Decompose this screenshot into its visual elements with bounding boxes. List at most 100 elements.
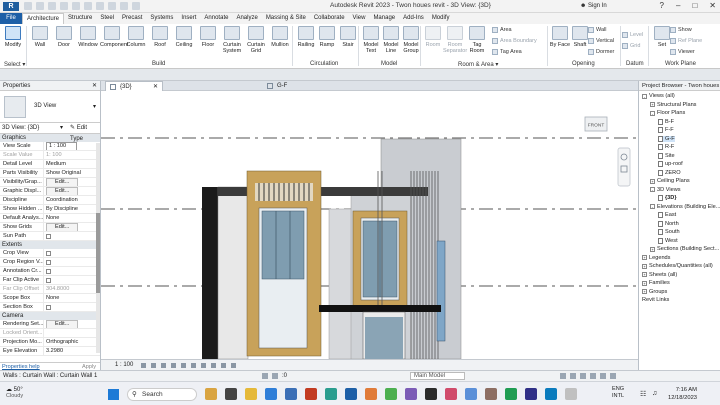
reveal-hidden-icon[interactable] [231,363,236,368]
property-value[interactable]: Edit... [43,320,100,328]
open-icon[interactable] [24,2,32,10]
tab-massing-site[interactable]: Massing & Site [262,13,310,24]
app-icon[interactable] [305,388,317,400]
tree-item-north[interactable]: North [658,220,679,227]
wifi-icon[interactable]: ☷ [640,390,646,398]
viewcube[interactable]: FRONT [584,116,608,132]
close-icon[interactable]: ✕ [709,1,716,10]
tree-item-schedules-quantities-all[interactable]: + Schedules/Quantities (all) [642,263,713,269]
expand-icon[interactable]: + [642,280,647,286]
checkbox[interactable] [46,278,51,283]
edit-button[interactable]: Edit... [46,223,79,231]
tree-item-site[interactable]: Site [658,152,675,159]
column-button[interactable]: Column [124,26,148,48]
expand-icon[interactable]: + [642,272,647,277]
property-value[interactable]: Medium [43,160,100,168]
tree-item-b-f[interactable]: B-F [658,118,674,125]
redo-icon[interactable] [72,2,80,10]
volume-icon[interactable]: ♫ [652,390,657,397]
drawing-canvas[interactable]: FRONT [101,91,638,359]
property-value[interactable] [43,303,100,311]
tree-item-zero[interactable]: ZERO [658,169,681,176]
property-value[interactable] [43,258,100,266]
app-icon[interactable] [225,388,237,400]
tab-annotate[interactable]: Annotate [200,13,232,24]
checkbox[interactable] [46,269,51,274]
model-selector[interactable]: Main Model [410,372,465,380]
tab-analyze[interactable]: Analyze [232,13,261,24]
stair-button[interactable]: Stair [336,26,360,48]
start-icon[interactable] [108,389,119,400]
area-boundary-button[interactable]: Area Boundary [492,38,537,44]
checkbox[interactable] [46,251,51,256]
area-button[interactable]: Area [492,27,512,33]
tag-room-button[interactable]: Tag Room [465,26,489,54]
language-indicator[interactable]: ENG INTL [612,386,624,400]
room-separator-button[interactable]: Room Separator [443,26,467,54]
property-value[interactable]: Orthographic [43,338,100,346]
app-icon[interactable] [325,388,337,400]
print-icon[interactable] [84,2,92,10]
crop-icon[interactable] [191,363,196,368]
render-icon[interactable] [181,363,186,368]
ref-plane-button[interactable]: Ref Plane [670,38,702,44]
select-panel-label[interactable]: Select ▾ [4,61,25,68]
tree-item-3d[interactable]: {3D} [658,195,677,201]
tree-item-up-roof[interactable]: up-roof [658,161,683,167]
tab-modify[interactable]: Modify [428,13,454,24]
dormer-button[interactable]: Dormer [588,49,614,55]
app-icon[interactable] [425,388,437,400]
property-value[interactable]: Coordination [43,196,100,204]
tree-item-elevations-building-ele[interactable]: - Elevations (Building Ele... [650,204,720,210]
tree-item-revit-links[interactable]: Revit Links [642,297,669,303]
properties-scrollbar[interactable] [96,143,100,353]
tab-architecture[interactable]: Architecture [22,13,65,24]
app-icon[interactable] [205,388,217,400]
tree-item-ceiling-plans[interactable]: + Ceiling Plans [650,178,690,184]
edge-icon[interactable] [265,388,277,400]
floor-button[interactable]: Floor [196,26,220,48]
property-value[interactable]: Edit... [43,223,100,231]
checkbox[interactable] [46,305,51,310]
tree-item-r-f[interactable]: R-F [658,144,674,150]
property-value[interactable] [43,249,100,257]
weather-widget[interactable]: ☁ 50° Cloudy [6,386,23,399]
property-value[interactable] [43,267,100,275]
tab-systems[interactable]: Systems [146,13,177,24]
workset-icon[interactable] [262,373,268,379]
room-button[interactable]: Room [421,26,445,48]
tab-collaborate[interactable]: Collaborate [310,13,349,24]
close-icon[interactable]: ✕ [92,81,97,91]
property-value[interactable] [43,232,100,240]
tree-item-floor-plans[interactable]: - Floor Plans [650,110,685,116]
edit-button[interactable]: Edit... [46,320,79,328]
edit-type-button[interactable]: ✎ Edit Type [70,123,100,145]
app-icon[interactable] [285,388,297,400]
select-underlay-icon[interactable] [570,373,576,379]
lock-icon[interactable] [211,363,216,368]
tab-add-ins[interactable]: Add-Ins [399,13,428,24]
tree-item-legends[interactable]: + Legends [642,255,670,261]
revit-icon[interactable] [345,388,357,400]
ceiling-button[interactable]: Ceiling [172,26,196,48]
tab-precast[interactable]: Precast [118,13,146,24]
taskbar-search[interactable]: ⚲ Search [127,388,197,401]
expand-icon[interactable]: + [650,178,655,184]
expand-icon[interactable]: + [650,102,655,107]
shadows-icon[interactable] [171,363,176,368]
filter-icon[interactable] [610,373,616,379]
property-value[interactable] [43,276,100,284]
curtain-system-button[interactable]: Curtain System [220,26,244,54]
measure-icon[interactable] [96,2,104,10]
property-value[interactable]: Show Original [43,169,100,177]
tab-3d-view[interactable]: {3D} ✕ [105,81,163,91]
tree-item-west[interactable]: West [658,237,678,244]
app-icon[interactable] [505,388,517,400]
tab-view[interactable]: View [349,13,370,24]
tree-item-sections-building-sect[interactable]: + Sections (Building Sect... [650,246,719,252]
show-button[interactable]: Show [670,27,692,33]
component-button[interactable]: Component [100,26,128,48]
vertical-button[interactable]: Vertical [588,38,614,44]
edit-button[interactable]: Edit... [46,187,79,195]
tab-file[interactable]: File [0,13,22,24]
